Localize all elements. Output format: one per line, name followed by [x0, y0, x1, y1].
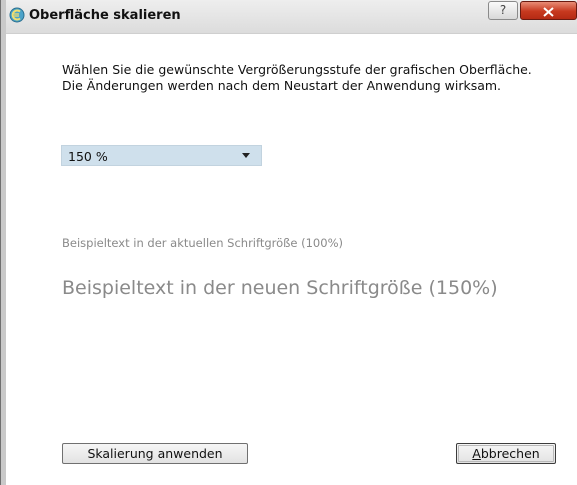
description-text: Wählen Sie die gewünschte Vergrößerungss…	[62, 62, 532, 93]
cancel-button[interactable]: Abbrechen	[456, 443, 556, 464]
scale-dropdown[interactable]: 150 %	[61, 145, 262, 166]
sample-text-current: Beispieltext in der aktuellen Schriftgrö…	[62, 236, 343, 250]
title-bar[interactable]: Oberfläche skalieren ?	[6, 0, 577, 34]
close-button[interactable]	[520, 1, 577, 20]
help-button[interactable]: ?	[488, 1, 518, 20]
apply-scaling-button[interactable]: Skalierung anwenden	[62, 443, 248, 464]
scale-dropdown-value: 150 %	[68, 149, 108, 164]
window-title: Oberfläche skalieren	[29, 8, 181, 23]
cancel-button-label: Abbrechen	[458, 445, 554, 462]
sample-text-new: Beispieltext in der neuen Schriftgröße (…	[62, 277, 498, 299]
close-icon	[543, 7, 554, 17]
app-icon	[9, 7, 25, 23]
scale-dialog: Oberfläche skalieren ? Wählen Sie die ge…	[0, 0, 577, 485]
chevron-down-icon	[242, 153, 250, 158]
